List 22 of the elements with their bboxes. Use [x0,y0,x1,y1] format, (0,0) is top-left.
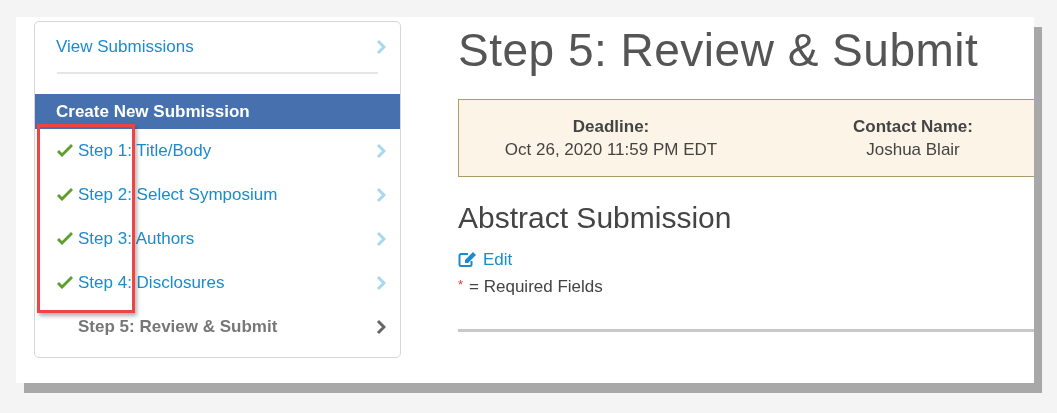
step-link[interactable]: Step 5: Review & Submit [78,314,278,340]
info-label: Contact Name: [852,116,974,138]
required-note: = Required Fields [469,278,603,295]
chevron-icon [376,231,386,247]
edit-icon [458,251,477,268]
section-title: Abstract Submission [458,203,733,233]
info-value: Oct 26, 2020 11:59 PM EDT [503,139,719,161]
step-link[interactable]: Step 1: Title/Body [78,138,212,164]
chevron-icon [376,319,386,335]
info-value: Joshua Blair [865,139,961,161]
step-link[interactable]: Step 4: Disclosures [78,270,225,296]
view-submissions-link[interactable]: View Submissions [56,34,194,60]
edit-link[interactable]: Edit [458,251,513,268]
section-header: Create New Submission [35,94,400,129]
required-asterisk: * [458,278,464,291]
chevron-icon [376,143,386,159]
step-link[interactable]: Step 3: Authors [78,226,195,252]
chevron-icon [376,275,386,291]
chevron-icon [376,39,386,55]
info-label: Deadline: [571,116,651,138]
chevron-icon [376,187,386,203]
step-link[interactable]: Step 2: Select Symposium [78,182,278,208]
